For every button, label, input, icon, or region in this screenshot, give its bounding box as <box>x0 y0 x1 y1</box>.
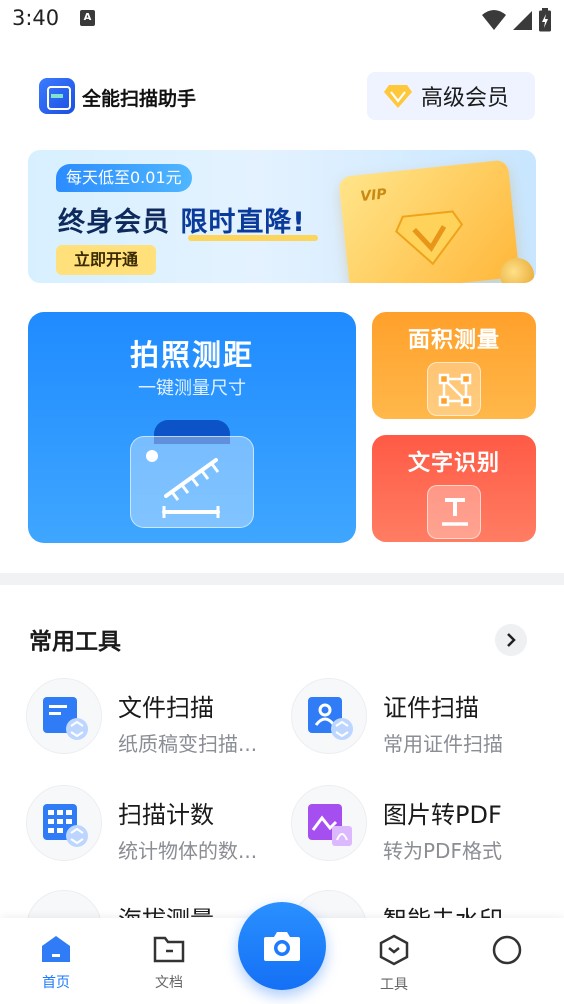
common-tools-title: 常用工具 <box>29 629 121 655</box>
area-measure-title: 面积测量 <box>407 328 500 353</box>
tool-name: 证件扫描 <box>383 694 479 722</box>
tool-desc: 纸质稿变扫描... <box>118 732 258 756</box>
tool-name: 扫描计数 <box>118 801 214 829</box>
promo-banner[interactable]: 每天低至0.01元 终身会员 限时直降! 立即开通 VIP <box>28 150 536 283</box>
status-bar: 3:40 A <box>0 0 564 40</box>
text-recognition-card[interactable]: 文字识别 <box>372 435 536 542</box>
folder-icon <box>153 936 185 963</box>
nav-docs[interactable]: 文档 <box>129 934 209 992</box>
battery-icon <box>539 8 551 32</box>
app-name: 全能扫描助手 <box>82 88 197 110</box>
tool-name: 文件扫描 <box>118 694 214 722</box>
camera-icon <box>264 932 300 961</box>
file-scan-icon <box>26 678 102 754</box>
vip-badge-icon <box>395 210 464 266</box>
tool-image-to-pdf[interactable]: 图片转PDF 转为PDF格式 <box>291 785 551 875</box>
profile-icon <box>492 935 522 965</box>
signal-icon <box>513 11 532 30</box>
chevron-right-icon <box>507 633 516 647</box>
vip-card-text: VIP <box>359 186 388 205</box>
photo-distance-subtitle: 一键测量尺寸 <box>138 378 246 399</box>
banner-title: 终身会员 限时直降! <box>58 200 306 239</box>
diamond-icon <box>384 85 412 108</box>
banner-title-b: 限时直降! <box>180 207 306 238</box>
nav-home[interactable]: 首页 <box>16 934 96 992</box>
vip-label: 高级会员 <box>421 86 510 111</box>
tool-id-scan[interactable]: 证件扫描 常用证件扫描 <box>291 678 551 768</box>
more-tools-button[interactable] <box>495 624 527 656</box>
notification-icon: A <box>80 10 95 26</box>
wifi-icon <box>482 10 506 30</box>
photo-distance-title: 拍照测距 <box>129 338 254 372</box>
scan-count-icon <box>26 785 102 861</box>
camera-button[interactable] <box>238 902 326 990</box>
status-time: 3:40 <box>12 6 60 30</box>
nav-label: 文档 <box>155 975 183 991</box>
banner-tag: 每天低至0.01元 <box>56 164 192 192</box>
nav-profile[interactable] <box>467 934 547 974</box>
nav-label: 工具 <box>380 977 408 993</box>
area-icon <box>427 362 481 416</box>
tool-desc: 统计物体的数... <box>118 839 258 863</box>
coin-icon <box>500 258 534 283</box>
tool-file-scan[interactable]: 文件扫描 纸质稿变扫描... <box>26 678 286 768</box>
vip-button[interactable]: 高级会员 <box>367 72 535 120</box>
id-scan-icon <box>291 678 367 754</box>
nav-label: 首页 <box>42 975 70 991</box>
tool-desc: 常用证件扫描 <box>383 732 503 756</box>
area-measure-card[interactable]: 面积测量 <box>372 312 536 419</box>
tool-name: 图片转PDF <box>383 801 502 829</box>
vip-card-illustration: VIP <box>338 159 520 283</box>
photo-distance-card[interactable]: 拍照测距 一键测量尺寸 <box>28 312 356 543</box>
home-icon <box>42 936 70 962</box>
section-divider <box>0 573 564 585</box>
text-icon <box>427 485 481 539</box>
text-recognition-title: 文字识别 <box>407 451 500 476</box>
image-to-pdf-icon <box>291 785 367 861</box>
tool-scan-count[interactable]: 扫描计数 统计物体的数... <box>26 785 286 875</box>
tools-icon <box>379 934 409 966</box>
status-icons <box>482 8 552 32</box>
banner-title-a: 终身会员 <box>58 207 170 238</box>
ruler-icon <box>130 420 254 528</box>
activate-button[interactable]: 立即开通 <box>56 245 156 275</box>
tool-desc: 转为PDF格式 <box>383 839 502 863</box>
app-logo-icon <box>39 78 75 114</box>
nav-tools[interactable]: 工具 <box>354 934 434 994</box>
